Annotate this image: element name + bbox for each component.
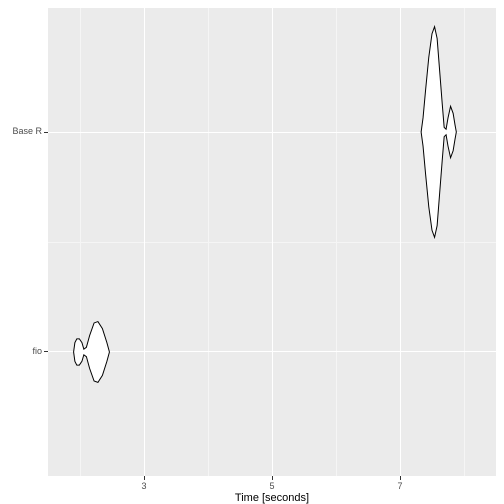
violin-layer (0, 0, 504, 504)
violin-fio (74, 322, 110, 383)
violin-base-r (421, 27, 456, 238)
